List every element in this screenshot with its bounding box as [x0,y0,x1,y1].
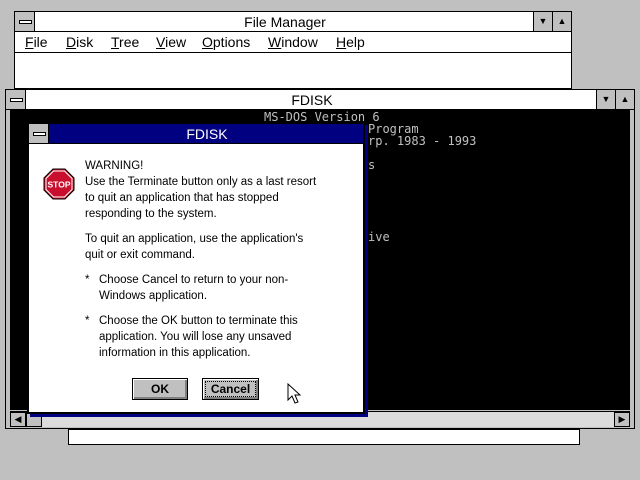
scroll-left-button[interactable]: ◀ [10,412,26,427]
dialog-system-menu-button[interactable] [29,124,49,143]
dialog-title: FDISK [186,126,228,142]
stop-icon-label: STOP [48,180,71,190]
background-window[interactable] [68,429,580,445]
cancel-button[interactable]: Cancel [202,378,259,400]
dialog-titlebar[interactable]: FDISK [29,124,363,144]
dos-text-line: ive [368,230,390,244]
warning-paragraph-1: Use the Terminate button only as a last … [85,176,317,220]
menu-disk[interactable]: Disk [66,34,93,50]
menu-options[interactable]: Options [202,34,250,50]
terminate-warning-dialog: FDISK STOP WARNING! Use the Terminate bu… [27,122,365,414]
minimize-button[interactable]: ▼ [596,90,615,109]
system-menu-button[interactable] [6,90,26,109]
maximize-button[interactable]: ▲ [552,12,571,31]
warning-paragraph-2: To quit an application, use the applicat… [85,233,304,261]
scroll-right-button[interactable]: ▶ [614,412,630,427]
menu-help[interactable]: Help [336,34,365,50]
dos-text-line: rp. 1983 - 1993 [368,134,477,148]
system-menu-button[interactable] [15,12,35,31]
menu-file[interactable]: File [25,34,48,50]
file-manager-titlebar[interactable]: File Manager ▼ ▲ [15,12,571,32]
bullet-ok-text: Choose the OK button to terminate this a… [99,315,298,359]
ok-button[interactable]: OK [132,378,188,400]
bullet-cancel-text: Choose Cancel to return to your non- Win… [99,274,289,302]
scroll-thumb[interactable] [26,412,42,427]
file-manager-menubar: File Disk Tree View Options Window Help [15,32,571,53]
file-manager-window[interactable]: File Manager ▼ ▲ File Disk Tree View Opt… [12,9,574,91]
dos-text-line: s [368,158,376,172]
menu-view[interactable]: View [156,34,186,50]
file-manager-title: File Manager [244,14,326,30]
mouse-cursor-icon [287,383,301,404]
fdisk-titlebar[interactable]: FDISK ▼ ▲ [6,90,634,110]
maximize-button[interactable]: ▲ [615,90,634,109]
bullet-mark: * [85,274,90,286]
fdisk-window-title: FDISK [291,92,333,108]
scroll-track[interactable] [42,412,614,427]
menu-tree[interactable]: Tree [111,34,139,50]
warning-heading: WARNING! [85,160,144,172]
stop-icon: STOP [43,168,75,200]
menu-window[interactable]: Window [268,34,318,50]
bullet-mark: * [85,315,90,327]
minimize-button[interactable]: ▼ [533,12,552,31]
